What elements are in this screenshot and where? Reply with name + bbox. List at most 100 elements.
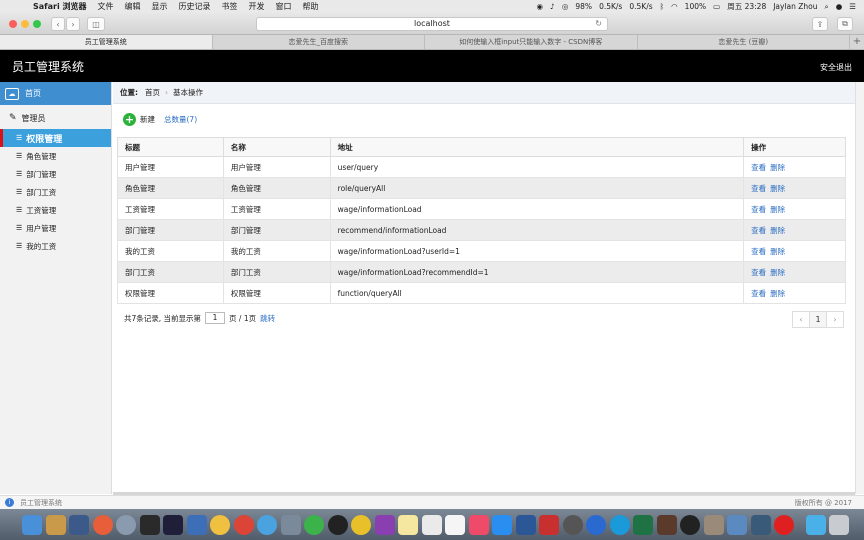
battery-percent[interactable]: 98% [575,2,592,11]
new-button[interactable]: 新建 [140,114,155,125]
app-icon[interactable] [703,514,724,535]
trash-icon[interactable] [829,514,849,535]
view-link[interactable]: 查看 [751,268,766,277]
minimize-window-button[interactable] [21,20,29,28]
sidebar-toggle-button[interactable]: ◫ [87,17,105,31]
new-tab-button[interactable]: + [850,35,864,49]
app-icon[interactable] [750,514,771,535]
sidebar-item-my-wage[interactable]: ☰ 我的工资 [0,237,111,255]
menu-history[interactable]: 历史记录 [179,1,211,12]
page-number-input[interactable]: 1 [205,312,226,324]
preview-icon[interactable] [280,514,301,535]
app-icon[interactable] [351,514,371,535]
word-icon[interactable] [515,514,536,535]
sidebar-home[interactable]: ☁ 首页 [0,82,111,105]
user-name[interactable]: Jaylan Zhou [773,2,817,11]
app-icon[interactable] [539,514,559,535]
forward-button[interactable]: › [66,17,80,31]
view-link[interactable]: 查看 [751,289,766,298]
delete-link[interactable]: 删除 [770,268,785,277]
launchpad-icon[interactable] [116,514,136,535]
bluetooth-icon[interactable]: ᛒ [660,2,665,11]
wifi-icon[interactable]: ◠ [671,2,678,11]
delete-link[interactable]: 删除 [770,184,785,193]
close-window-button[interactable] [9,20,17,28]
menu-develop[interactable]: 开发 [249,1,265,12]
app-store-icon[interactable] [492,514,512,535]
spotlight-icon[interactable]: ⌕ [825,2,829,12]
jump-link[interactable]: 跳转 [260,313,275,324]
sidebar-item-departments[interactable]: ☰ 部门管理 [0,165,111,183]
tab-baidu-search[interactable]: 恋爱先生_百度搜索 [213,35,425,49]
downloads-folder-icon[interactable] [805,514,826,535]
document-icon[interactable] [421,514,442,535]
intellij-icon[interactable] [163,514,183,535]
app-icon[interactable] [656,514,677,535]
pycharm-icon[interactable] [139,514,160,535]
tab-employee-system[interactable]: 员工管理系统 [0,35,213,49]
next-page-button[interactable]: › [826,311,844,328]
notification-icon[interactable]: ♪ [550,2,555,11]
menu-bookmarks[interactable]: 书签 [222,1,238,12]
chrome-icon[interactable] [233,514,254,535]
delete-link[interactable]: 删除 [770,163,785,172]
sidebar-item-department-wages[interactable]: ☰ 部门工资 [0,183,111,201]
tab-csdn[interactable]: 如何使输入框input只能输入数字 - CSDN博客 [425,35,638,49]
prev-page-button[interactable]: ‹ [792,311,810,328]
axure-icon[interactable] [374,514,395,535]
app-icon[interactable] [210,514,230,535]
tab-douban[interactable]: 恋爱先生 (豆瓣) [638,35,850,49]
safari-icon[interactable] [257,514,277,535]
baidu-netdisk-icon[interactable] [586,514,606,535]
menu-window[interactable]: 窗口 [276,1,292,12]
delete-link[interactable]: 删除 [770,205,785,214]
photos-icon[interactable] [92,514,113,535]
sidebar-item-users[interactable]: ☰ 用户管理 [0,219,111,237]
view-link[interactable]: 查看 [751,184,766,193]
menu-view[interactable]: 显示 [152,1,168,12]
sidebar-item-wages[interactable]: ☰ 工资管理 [0,201,111,219]
siri-icon[interactable]: ● [836,2,843,11]
app-icon[interactable] [186,514,207,535]
weibo-icon[interactable] [774,514,794,535]
vertical-scrollbar[interactable] [855,82,864,494]
java-icon[interactable] [727,514,747,535]
system-preferences-icon[interactable] [562,514,583,535]
back-button[interactable]: ‹ [51,17,65,31]
share-button[interactable]: ⇪ [812,17,828,31]
view-link[interactable]: 查看 [751,205,766,214]
wechat-icon[interactable]: ◎ [562,2,569,11]
battery-level[interactable]: 100% [685,2,706,11]
delete-link[interactable]: 删除 [770,289,785,298]
zoom-window-button[interactable] [33,20,41,28]
calendar-icon[interactable] [445,514,465,535]
record-icon[interactable]: ◉ [537,2,544,11]
notes-app-icon[interactable] [45,514,66,535]
stickies-icon[interactable] [398,514,418,535]
finder-icon[interactable] [22,514,42,535]
photo-app-icon[interactable] [69,514,89,535]
menu-app-name[interactable]: Safari 浏览器 [33,1,87,12]
battery-icon[interactable]: ▭ [713,2,720,11]
view-link[interactable]: 查看 [751,226,766,235]
delete-link[interactable]: 删除 [770,247,785,256]
itunes-icon[interactable] [468,514,489,535]
show-tabs-button[interactable]: ⧉ [837,17,853,31]
page-button[interactable]: 1 [809,311,827,328]
sidebar-item-roles[interactable]: ☰ 角色管理 [0,147,111,165]
breadcrumb-home[interactable]: 首页 [145,87,160,98]
reload-icon[interactable]: ↻ [595,18,602,30]
logout-link[interactable]: 安全退出 [820,62,852,73]
view-link[interactable]: 查看 [751,163,766,172]
wechat-icon[interactable] [304,514,324,535]
menu-help[interactable]: 帮助 [303,1,319,12]
teamviewer-icon[interactable] [609,514,630,535]
clock[interactable]: 周五 23:28 [727,1,766,12]
menu-edit[interactable]: 编辑 [125,1,141,12]
menu-list-icon[interactable]: ☰ [849,2,856,11]
qq-icon[interactable] [680,514,700,535]
add-icon[interactable]: + [123,112,136,126]
qq-icon[interactable] [327,514,348,535]
address-bar[interactable]: localhost ↻ [256,17,608,31]
view-link[interactable]: 查看 [751,247,766,256]
